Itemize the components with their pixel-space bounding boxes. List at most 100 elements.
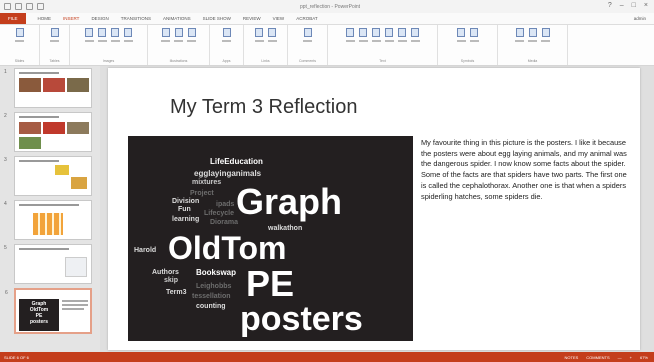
online-pictures-button[interactable] bbox=[97, 28, 107, 46]
group-label: Slides bbox=[14, 59, 25, 63]
cloud-word: Authors bbox=[152, 269, 179, 276]
slide-number: 2 bbox=[4, 113, 7, 119]
action-button[interactable] bbox=[267, 28, 277, 46]
group-label: Images bbox=[102, 59, 115, 63]
cloud-word: counting bbox=[196, 303, 226, 310]
shapes-button[interactable] bbox=[161, 28, 171, 46]
text-box-button[interactable] bbox=[345, 28, 355, 46]
tab-slide-show[interactable]: SLIDE SHOW bbox=[197, 16, 237, 21]
video-button[interactable] bbox=[515, 28, 525, 46]
tab-animations[interactable]: ANIMATIONS bbox=[157, 16, 197, 21]
maximize-button[interactable]: □ bbox=[632, 2, 636, 9]
help-button[interactable]: ? bbox=[608, 2, 612, 9]
tab-acrobat[interactable]: ACROBAT bbox=[290, 16, 323, 21]
tab-transitions[interactable]: TRANSITIONS bbox=[115, 16, 157, 21]
ribbon-group-images: Images bbox=[70, 25, 148, 65]
tab-insert[interactable]: INSERT bbox=[57, 16, 85, 21]
smartart-button[interactable] bbox=[174, 28, 184, 46]
close-button[interactable]: × bbox=[644, 2, 648, 9]
status-controls: NOTES COMMENTS — + 67% bbox=[565, 355, 648, 360]
slide-title[interactable]: My Term 3 Reflection bbox=[170, 96, 357, 119]
tab-file[interactable]: FILE bbox=[0, 13, 26, 24]
start-slideshow-icon[interactable] bbox=[37, 3, 44, 10]
tab-view[interactable]: VIEW bbox=[267, 16, 291, 21]
zoom-level[interactable]: 67% bbox=[640, 355, 648, 360]
cloud-word: egglayinganimals bbox=[194, 169, 262, 178]
comments-button[interactable]: COMMENTS bbox=[586, 355, 609, 360]
slide-number: 5 bbox=[4, 245, 7, 251]
slide-thumbnail-1[interactable]: 1 bbox=[4, 68, 92, 108]
slide-number: 3 bbox=[4, 157, 7, 163]
apps-for-office-button[interactable] bbox=[222, 28, 232, 46]
quick-access-toolbar bbox=[4, 3, 44, 10]
tab-review[interactable]: REVIEW bbox=[237, 16, 267, 21]
cloud-word: Division bbox=[172, 198, 200, 205]
photo-album-button[interactable] bbox=[123, 28, 133, 46]
symbol-button[interactable] bbox=[469, 28, 479, 46]
pictures-button[interactable] bbox=[84, 28, 94, 46]
cloud-word: Bookswap bbox=[196, 268, 237, 277]
wordart-button[interactable] bbox=[371, 28, 381, 46]
ribbon: Slides Tables Images Illustrations Apps … bbox=[0, 25, 654, 66]
group-label: Comments bbox=[299, 59, 316, 63]
slide-canvas[interactable]: My Term 3 Reflection LifeEducation eggla… bbox=[108, 68, 640, 350]
slide-thumbnails-pane[interactable]: 1 2 3 4 5 6 Graph OldTom PE posters bbox=[0, 66, 100, 352]
group-label: Links bbox=[261, 59, 270, 63]
ribbon-group-tables: Tables bbox=[40, 25, 70, 65]
ribbon-group-symbols: Symbols bbox=[438, 25, 498, 65]
notes-button[interactable]: NOTES bbox=[565, 355, 579, 360]
table-button[interactable] bbox=[50, 28, 60, 46]
ribbon-group-text: Text bbox=[328, 25, 438, 65]
group-label: Symbols bbox=[460, 59, 475, 63]
reflection-paragraph[interactable]: My favourite thing in this picture is th… bbox=[421, 138, 631, 202]
header-footer-button[interactable] bbox=[358, 28, 368, 46]
status-bar: SLIDE 6 OF 6 NOTES COMMENTS — + 67% bbox=[0, 352, 654, 362]
cloud-word: Graph bbox=[236, 181, 343, 222]
title-bar: ppt_reflection - PowerPoint ? – □ × bbox=[0, 0, 654, 13]
slide-editor[interactable]: My Term 3 Reflection LifeEducation eggla… bbox=[100, 66, 654, 352]
ribbon-group-links: Links bbox=[244, 25, 288, 65]
object-button[interactable] bbox=[410, 28, 420, 46]
zoom-in-button[interactable]: + bbox=[630, 355, 632, 360]
group-label: Apps bbox=[222, 59, 231, 63]
comment-button[interactable] bbox=[303, 28, 313, 46]
cloud-word: Term3 bbox=[166, 289, 187, 296]
cloud-word: OldTom bbox=[168, 230, 287, 266]
new-slide-button[interactable] bbox=[15, 28, 25, 46]
date-time-button[interactable] bbox=[384, 28, 394, 46]
slide-thumbnail-6[interactable]: 6 Graph OldTom PE posters bbox=[5, 288, 92, 334]
screenshot-button[interactable] bbox=[110, 28, 120, 46]
hyperlink-button[interactable] bbox=[254, 28, 264, 46]
ribbon-group-apps: Apps bbox=[210, 25, 244, 65]
word-cloud-image[interactable]: LifeEducation egglayinganimals mixtures … bbox=[128, 136, 413, 341]
cloud-word: tessellation bbox=[192, 293, 231, 300]
slide-thumbnail-4[interactable]: 4 bbox=[4, 200, 92, 240]
audio-button[interactable] bbox=[528, 28, 538, 46]
tab-design[interactable]: DESIGN bbox=[85, 16, 114, 21]
cloud-word: PE bbox=[246, 263, 295, 304]
screen-recording-button[interactable] bbox=[541, 28, 551, 46]
slide-number: 1 bbox=[4, 69, 7, 75]
slide-number-button[interactable] bbox=[397, 28, 407, 46]
cloud-word: Project bbox=[190, 190, 214, 197]
cloud-word: Harold bbox=[134, 247, 157, 254]
slide-thumbnail-2[interactable]: 2 bbox=[4, 112, 92, 152]
slide-thumbnail-5[interactable]: 5 bbox=[4, 244, 92, 284]
slide-thumbnail-3[interactable]: 3 bbox=[4, 156, 92, 196]
window-title: ppt_reflection - PowerPoint bbox=[300, 4, 361, 10]
window-controls: ? – □ × bbox=[608, 2, 648, 9]
cloud-word: ipads bbox=[216, 201, 235, 208]
slide-number: 4 bbox=[4, 201, 7, 207]
redo-icon[interactable] bbox=[26, 3, 33, 10]
minimize-button[interactable]: – bbox=[620, 2, 624, 9]
undo-icon[interactable] bbox=[15, 3, 22, 10]
cloud-word: Leighobbs bbox=[196, 283, 232, 290]
equation-button[interactable] bbox=[456, 28, 466, 46]
chart-button[interactable] bbox=[187, 28, 197, 46]
user-account[interactable]: admin bbox=[634, 16, 654, 21]
tab-home[interactable]: HOME bbox=[32, 16, 58, 21]
ribbon-group-illustrations: Illustrations bbox=[148, 25, 210, 65]
zoom-out-button[interactable]: — bbox=[618, 355, 622, 360]
save-icon[interactable] bbox=[4, 3, 11, 10]
group-label: Illustrations bbox=[169, 59, 188, 63]
